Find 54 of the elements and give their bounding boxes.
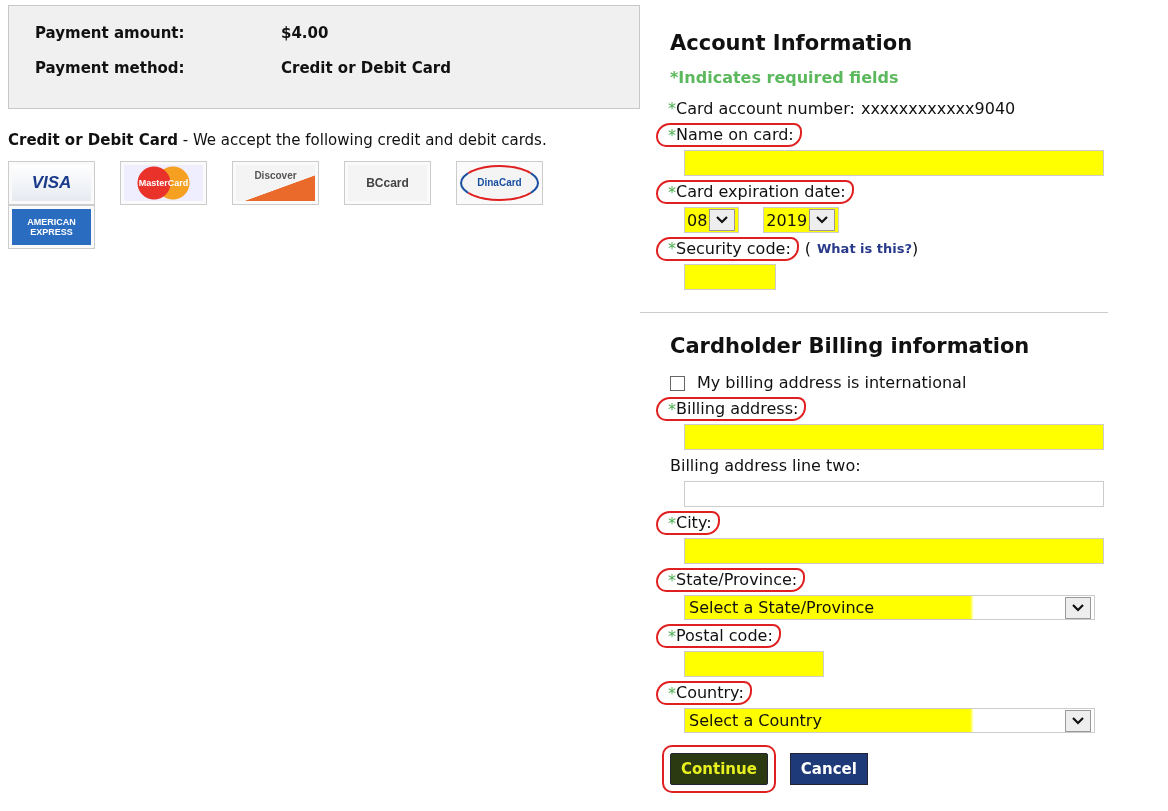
intro-text: Credit or Debit Card - We accept the following credit and debit cards. bbox=[8, 131, 548, 149]
required-mark: * bbox=[668, 626, 676, 646]
text-field[interactable] bbox=[684, 424, 1104, 450]
chevron-down-icon bbox=[1072, 603, 1084, 612]
year-select[interactable]: 2019 bbox=[763, 207, 840, 233]
label-text: Billing address line two: bbox=[670, 456, 861, 476]
label-text: Security code: bbox=[676, 239, 791, 259]
chevron-down-icon bbox=[716, 216, 729, 224]
text-field[interactable] bbox=[684, 538, 1104, 564]
required-mark: * bbox=[668, 125, 676, 145]
month-select[interactable]: 08 bbox=[684, 207, 740, 233]
card-logo: Discover bbox=[232, 161, 319, 205]
help-link[interactable]: What is this? bbox=[817, 239, 913, 259]
card-number: xxxxxxxxxxxx9040 bbox=[860, 99, 1016, 119]
required-mark: * bbox=[668, 239, 676, 259]
card-logo: MasterCard bbox=[120, 161, 207, 205]
text-field[interactable] bbox=[684, 481, 1104, 507]
summary-label: Payment method: bbox=[35, 59, 186, 77]
required-mark: * bbox=[668, 399, 676, 419]
chevron-down-icon bbox=[1072, 716, 1084, 725]
select-field[interactable]: Select a State/Province bbox=[684, 595, 1095, 620]
summary-label: Payment amount: bbox=[35, 24, 186, 42]
required-mark: * bbox=[668, 683, 676, 703]
field-label: Card account number: bbox=[676, 99, 855, 119]
section-heading: Cardholder Billing information bbox=[670, 333, 1031, 360]
chevron-down-icon bbox=[816, 216, 829, 224]
checkbox-label: My billing address is international bbox=[697, 373, 967, 393]
checkbox[interactable] bbox=[670, 375, 685, 391]
section-heading: Account Information bbox=[670, 30, 914, 57]
form-button[interactable]: Cancel bbox=[789, 753, 868, 785]
summary-value: Credit or Debit Card bbox=[281, 59, 451, 77]
card-logo: AMERICAN EXPRESS bbox=[8, 205, 95, 249]
required-mark: * bbox=[668, 182, 676, 202]
card-logo: DinaCard bbox=[456, 161, 543, 205]
label-text: Card expiration date: bbox=[676, 182, 846, 202]
card-logo: VISA bbox=[8, 161, 95, 205]
label-text: City: bbox=[676, 513, 712, 533]
paren: ( bbox=[804, 239, 811, 259]
text-field[interactable] bbox=[684, 264, 776, 290]
text-field[interactable] bbox=[684, 150, 1104, 176]
label-text: Postal code: bbox=[676, 626, 773, 646]
text-field[interactable] bbox=[684, 651, 824, 677]
select-field[interactable]: Select a Country bbox=[684, 708, 1095, 733]
label-text: Name on card: bbox=[676, 125, 794, 145]
required-mark: * bbox=[668, 513, 676, 533]
label-text: Billing address: bbox=[676, 399, 799, 419]
paren: ) bbox=[912, 239, 919, 259]
required-mark: * bbox=[668, 570, 676, 590]
required-note: *Indicates required fields bbox=[670, 68, 900, 87]
required-mark: * bbox=[668, 99, 676, 119]
summary-value: $4.00 bbox=[281, 24, 329, 42]
label-text: Country: bbox=[676, 683, 744, 703]
label-text: State/Province: bbox=[676, 570, 798, 590]
card-logo: BCcard bbox=[344, 161, 431, 205]
